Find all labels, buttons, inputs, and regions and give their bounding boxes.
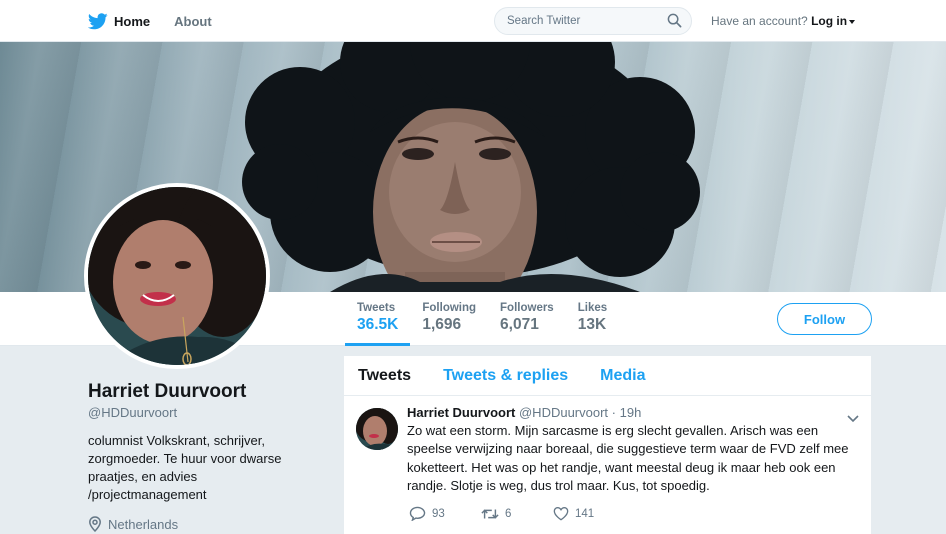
timeline-tabs: Tweets Tweets & replies Media bbox=[344, 356, 871, 396]
search-input[interactable] bbox=[495, 8, 655, 34]
tweet-timestamp[interactable]: · 19h bbox=[612, 405, 642, 420]
tab-tweets[interactable]: Tweets bbox=[358, 367, 411, 385]
profile-name[interactable]: Harriet Duurvoort bbox=[88, 381, 246, 403]
stat-tweets-label: Tweets bbox=[357, 302, 396, 314]
nav-about-label: About bbox=[174, 13, 212, 29]
stat-followers[interactable]: Followers 6,071 bbox=[488, 292, 566, 346]
chevron-down-icon[interactable] bbox=[847, 410, 859, 428]
location-label: Netherlands bbox=[108, 516, 179, 532]
timeline: Tweets Tweets & replies Media Harriet Du… bbox=[344, 356, 871, 534]
nav-about[interactable]: About bbox=[174, 0, 212, 42]
nav-home-label: Home bbox=[114, 13, 151, 29]
retweet-action[interactable]: 6 bbox=[481, 507, 553, 521]
tweet[interactable]: Harriet Duurvoort @HDDuurvoort · 19h Zo … bbox=[344, 396, 871, 534]
nav-home[interactable]: Home bbox=[88, 0, 150, 42]
stat-following[interactable]: Following 1,696 bbox=[410, 292, 488, 346]
location-pin-icon bbox=[89, 516, 101, 532]
tweet-avatar[interactable] bbox=[356, 408, 398, 450]
login-link[interactable]: Log in bbox=[811, 14, 847, 28]
search-icon[interactable] bbox=[667, 13, 682, 33]
stat-following-value: 1,696 bbox=[422, 316, 462, 333]
stat-following-label: Following bbox=[422, 302, 477, 314]
tab-media[interactable]: Media bbox=[600, 367, 645, 385]
reply-action[interactable]: 93 bbox=[409, 506, 481, 521]
caret-down-icon[interactable] bbox=[849, 19, 856, 24]
stat-tweets[interactable]: Tweets 36.5K bbox=[345, 292, 411, 346]
profile-stats: Tweets 36.5K Following 1,696 Followers 6… bbox=[345, 292, 619, 346]
retweet-count: 6 bbox=[505, 507, 512, 520]
avatar-photo bbox=[88, 187, 266, 365]
stat-followers-label: Followers bbox=[500, 302, 554, 314]
tab-tweets-replies[interactable]: Tweets & replies bbox=[443, 367, 568, 385]
login-area: Have an account? Log in bbox=[711, 14, 856, 28]
retweet-icon bbox=[481, 508, 499, 519]
stat-tweets-value: 36.5K bbox=[357, 316, 399, 333]
like-count: 141 bbox=[575, 507, 595, 520]
tweet-header: Harriet Duurvoort @HDDuurvoort · 19h bbox=[407, 405, 857, 420]
stat-likes-value: 13K bbox=[577, 316, 607, 333]
search-box bbox=[494, 7, 692, 35]
tweet-author-handle[interactable]: @HDDuurvoort bbox=[519, 405, 608, 420]
twitter-bird-icon bbox=[88, 12, 108, 29]
heart-icon bbox=[553, 507, 569, 521]
tweet-actions: 93 6 141 bbox=[409, 506, 594, 521]
profile-location: Netherlands bbox=[88, 516, 178, 532]
tweet-author-name[interactable]: Harriet Duurvoort bbox=[407, 405, 515, 420]
stat-followers-value: 6,071 bbox=[500, 316, 539, 333]
tweet-text: Zo wat een storm. Mijn sarcasme is erg s… bbox=[407, 423, 849, 493]
stat-likes[interactable]: Likes 13K bbox=[566, 292, 619, 346]
stat-likes-label: Likes bbox=[577, 302, 608, 314]
follow-button[interactable]: Follow bbox=[777, 303, 872, 335]
profile-avatar[interactable] bbox=[84, 183, 270, 369]
nav-left: Home About bbox=[88, 0, 236, 42]
reply-count: 93 bbox=[432, 507, 445, 520]
profile-bio: columnist Volkskrant, schrijver, zorgmoe… bbox=[88, 433, 282, 502]
account-prompt: Have an account? bbox=[711, 14, 808, 28]
top-navbar: Home About Have an account? Log in bbox=[0, 0, 946, 42]
like-action[interactable]: 141 bbox=[553, 506, 594, 521]
profile-handle[interactable]: @HDDuurvoort bbox=[88, 405, 177, 420]
reply-icon bbox=[409, 506, 426, 521]
